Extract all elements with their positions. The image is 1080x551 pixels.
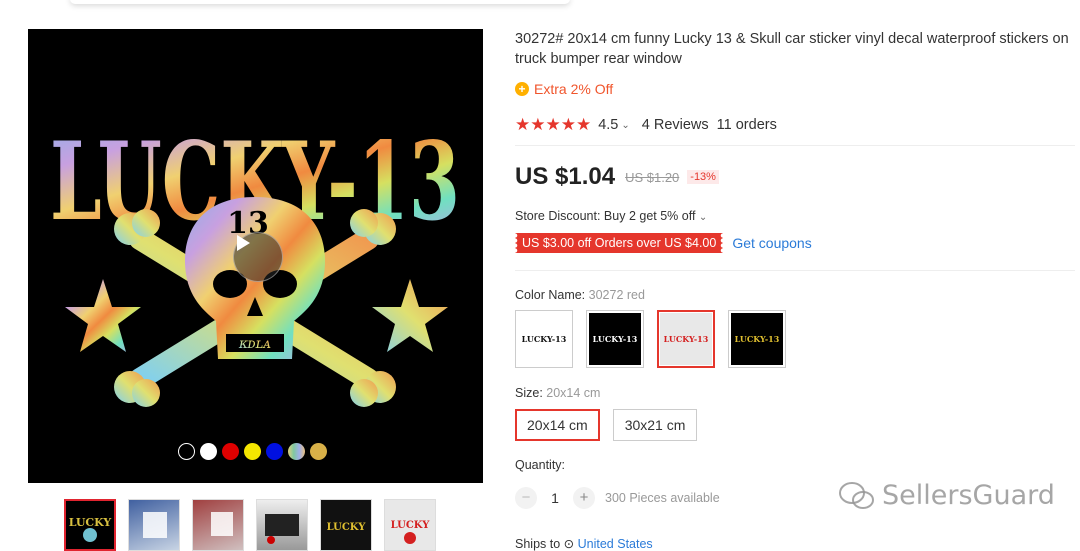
size-label-text: Size:: [515, 386, 543, 400]
swatch-4-image: LUCKY-13: [731, 313, 783, 365]
decrease-quantity-button[interactable]: −: [515, 487, 537, 509]
swatch-1-image: LUCKY-13: [518, 313, 570, 365]
color-label: Color Name: 30272 red: [515, 288, 645, 302]
right-star: [372, 279, 448, 352]
color-label-text: Color Name:: [515, 288, 586, 302]
size-value: 20x14 cm: [546, 386, 601, 400]
current-price: US $1.04: [515, 163, 616, 190]
wechat-icon: [839, 481, 874, 509]
thumbnail-strip: LUCKY LUCKY LUCKY: [64, 499, 436, 551]
svg-text:LUCKY: LUCKY: [327, 522, 367, 533]
size-option-20x14[interactable]: 20x14 cm: [515, 409, 600, 441]
extra-discount: + Extra 2% Off: [515, 81, 613, 97]
left-star: [65, 279, 141, 352]
color-options: LUCKY-13 LUCKY-13 LUCKY-13 LUCKY-13: [515, 310, 786, 368]
color-swatch-gold[interactable]: LUCKY-13: [728, 310, 786, 368]
main-product-image[interactable]: LUCKY-13 ᴋᴅʟᴀ 13: [28, 29, 483, 483]
play-video-button[interactable]: [233, 232, 283, 282]
quantity-label: Quantity:: [515, 458, 566, 472]
color-value: 30272 red: [588, 288, 645, 302]
color-dot-red: [222, 443, 239, 460]
play-icon: [237, 235, 250, 251]
increase-quantity-button[interactable]: +: [573, 487, 595, 509]
color-dot-holographic: [288, 443, 305, 460]
thumbnail-2[interactable]: [128, 499, 180, 551]
store-discount[interactable]: Store Discount: Buy 2 get 5% off ⌄: [515, 209, 707, 223]
color-dots: [178, 443, 327, 460]
thumbnail-3[interactable]: [192, 499, 244, 551]
get-coupons-link[interactable]: Get coupons: [732, 235, 811, 251]
color-swatch-white[interactable]: LUCKY-13: [515, 310, 573, 368]
color-dot-gold: [310, 443, 327, 460]
color-dot-black: [178, 443, 195, 460]
coupon-badge[interactable]: US $3.00 off Orders over US $4.00: [515, 233, 724, 253]
discount-badge: -13%: [687, 170, 719, 184]
coupon-row: US $3.00 off Orders over US $4.00 Get co…: [515, 233, 812, 253]
color-dot-white: [200, 443, 217, 460]
size-option-30x21[interactable]: 30x21 cm: [612, 409, 698, 441]
available-stock: 300 Pieces available: [605, 491, 720, 505]
swatch-4-text: LUCKY-13: [734, 334, 780, 344]
color-swatch-black[interactable]: LUCKY-13: [586, 310, 644, 368]
thumbnail-1[interactable]: LUCKY: [64, 499, 116, 551]
rating-dropdown-icon[interactable]: ⌄: [621, 120, 629, 131]
size-label: Size: 20x14 cm: [515, 386, 600, 400]
swatch-2-text: LUCKY-13: [592, 334, 638, 344]
store-discount-text: Store Discount: Buy 2 get 5% off: [515, 209, 696, 223]
color-dot-blue: [266, 443, 283, 460]
ship-country-link[interactable]: United States: [578, 537, 653, 551]
extra-discount-text: Extra 2% Off: [534, 81, 614, 97]
watermark-text: SellersGuard: [882, 480, 1055, 511]
rating-row: ★★★★★ 4.5 ⌄ 4 Reviews 11 orders: [515, 115, 777, 135]
thumbnail-5[interactable]: LUCKY: [320, 499, 372, 551]
ship-label: Ships to: [515, 537, 561, 551]
swatch-3-image: LUCKY-13: [660, 313, 712, 365]
original-price: US $1.20: [625, 169, 680, 185]
rating-value: 4.5: [598, 117, 619, 133]
color-dot-yellow: [244, 443, 261, 460]
coin-plus-icon: +: [515, 82, 529, 96]
star-rating-icon: ★★★★★: [515, 115, 592, 134]
top-shadow: [70, 0, 570, 4]
quantity-stepper: − 1 + 300 Pieces available: [515, 487, 720, 509]
thumbnail-4[interactable]: [256, 499, 308, 551]
price-row: US $1.04 US $1.20 -13%: [515, 163, 719, 191]
svg-text:LUCKY: LUCKY: [69, 516, 112, 529]
swatch-1-text: LUCKY-13: [521, 334, 567, 344]
quantity-value[interactable]: 1: [537, 490, 573, 506]
swatch-2-image: LUCKY-13: [589, 313, 641, 365]
color-swatch-red[interactable]: LUCKY-13: [657, 310, 715, 368]
product-title: 30272# 20x14 cm funny Lucky 13 & Skull c…: [515, 31, 1069, 67]
divider: [515, 270, 1075, 271]
orders-count: 11 orders: [716, 117, 777, 133]
chevron-down-icon: ⌄: [698, 212, 708, 223]
reviews-link[interactable]: 4 Reviews: [642, 117, 709, 133]
location-icon: ⊙: [563, 537, 575, 551]
thumbnail-6[interactable]: LUCKY: [384, 499, 436, 551]
size-options: 20x14 cm 30x21 cm: [515, 409, 698, 441]
skull-signature: ᴋᴅʟᴀ: [238, 336, 271, 352]
swatch-3-text: LUCKY-13: [663, 334, 709, 344]
svg-text:LUCKY: LUCKY: [391, 520, 431, 531]
watermark: SellersGuard: [838, 480, 1055, 511]
divider: [515, 145, 1075, 146]
